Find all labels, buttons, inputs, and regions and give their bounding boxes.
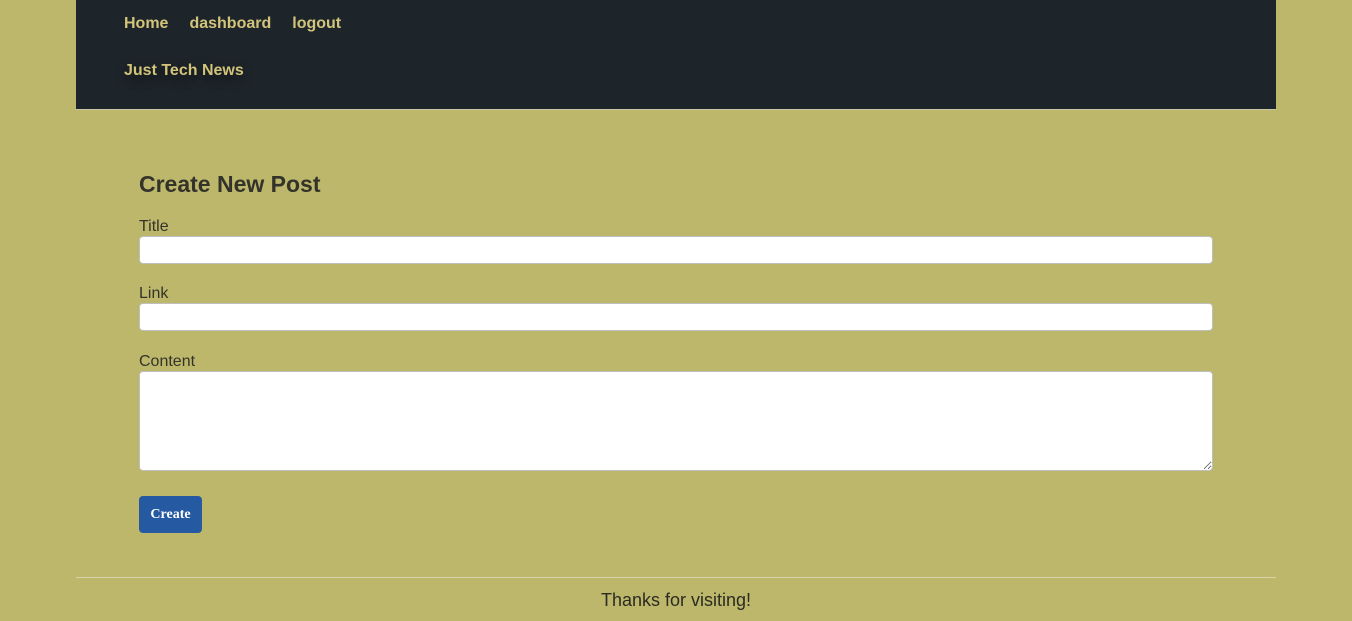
main-nav: Home dashboard logout xyxy=(124,15,341,33)
site-brand: Just Tech News xyxy=(124,62,244,79)
page-title: Create New Post xyxy=(139,171,321,197)
nav-home-link[interactable]: Home xyxy=(124,15,168,33)
content-label: Content xyxy=(139,353,196,370)
link-label: Link xyxy=(139,285,169,302)
title-label: Title xyxy=(139,218,169,235)
footer-divider xyxy=(76,577,1276,578)
footer-text: Thanks for visiting! xyxy=(600,590,752,610)
create-button[interactable]: Create xyxy=(139,496,202,533)
link-input[interactable] xyxy=(139,303,1213,331)
nav-logout-link[interactable]: logout xyxy=(292,15,341,33)
create-post-form: Create New Post Title Link Content Creat… xyxy=(139,170,1213,533)
content-textarea[interactable] xyxy=(139,371,1213,471)
page: Home dashboard logout Just Tech News Cre… xyxy=(76,0,1276,621)
site-header: Home dashboard logout Just Tech News xyxy=(76,0,1276,110)
title-input[interactable] xyxy=(139,236,1213,264)
nav-dashboard-link[interactable]: dashboard xyxy=(189,15,271,33)
